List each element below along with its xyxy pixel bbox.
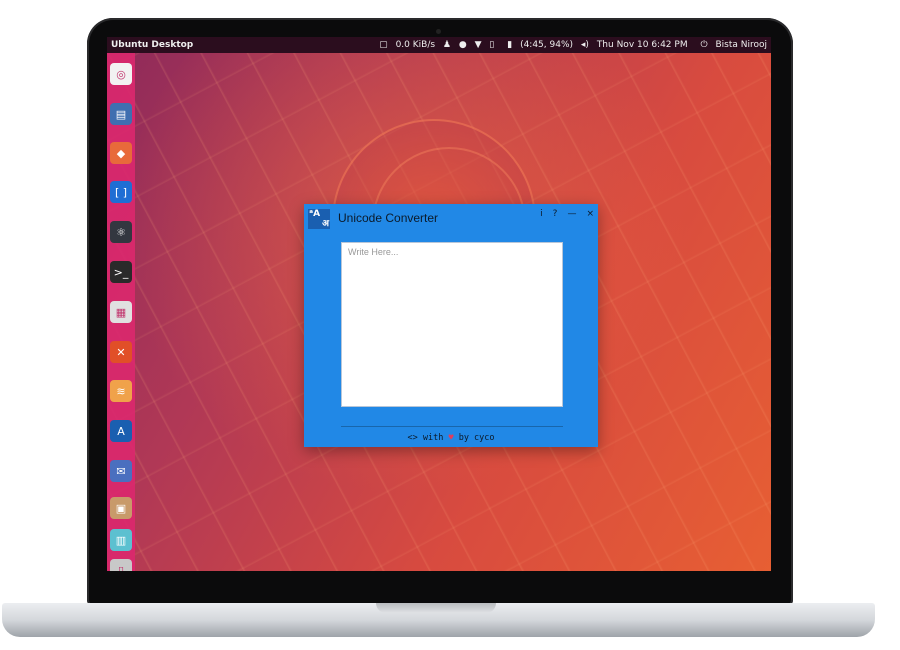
launcher-item-terminal[interactable]: >_ bbox=[110, 261, 132, 283]
atom-icon: ⚛ bbox=[116, 225, 126, 239]
clipboard-icon[interactable]: ▯ bbox=[489, 40, 494, 50]
webcam bbox=[436, 29, 441, 34]
session-indicator[interactable]: ⏻ Bista Nirooj bbox=[695, 40, 767, 50]
archive-icon: ▣ bbox=[115, 501, 127, 515]
panel-indicators: ▢ 0.0 KiB/s ♟ ● ▼ ▯ ▮ (4:45, 94%) ◂) Thu… bbox=[369, 37, 767, 53]
shopping-bag-icon: ▥ bbox=[115, 533, 127, 547]
wifi-icon[interactable]: ▼ bbox=[475, 40, 482, 50]
launcher-item-software-center[interactable]: ▥ bbox=[110, 529, 132, 551]
battery-indicator[interactable]: ▮ (4:45, 94%) bbox=[502, 40, 576, 50]
heart-icon: ♥ bbox=[448, 433, 454, 443]
launcher-item-atom[interactable]: ⚛ bbox=[110, 221, 132, 243]
top-panel: Ubuntu Desktop ▢ 0.0 KiB/s ♟ ● ▼ ▯ ▮ (4:… bbox=[107, 37, 771, 53]
unicode-converter-window: ᵃA अ Unicode Converter i ? — × <> with ♥… bbox=[304, 204, 598, 447]
mail-icon: ✉ bbox=[116, 464, 126, 478]
trash-icon: ▯ bbox=[117, 563, 125, 572]
volume-icon[interactable]: ◂) bbox=[581, 40, 589, 50]
folder-icon: ▤ bbox=[115, 107, 127, 121]
footer-with: with bbox=[422, 433, 444, 443]
launcher-item-sublime[interactable]: ≋ bbox=[110, 380, 132, 402]
launcher-item-trash[interactable]: ▯ bbox=[110, 559, 132, 571]
launcher-item-ubuntu-dash[interactable]: ◎ bbox=[110, 63, 132, 85]
minimize-button[interactable]: — bbox=[567, 209, 576, 219]
desktop-screen: Ubuntu Desktop ▢ 0.0 KiB/s ♟ ● ▼ ▯ ▮ (4:… bbox=[107, 37, 771, 571]
app-icon-bottom: अ bbox=[322, 219, 329, 229]
panel-title: Ubuntu Desktop bbox=[111, 40, 194, 50]
footer-divider bbox=[341, 426, 563, 427]
unicode-input-textarea[interactable] bbox=[341, 242, 563, 407]
clock[interactable]: Thu Nov 10 6:42 PM bbox=[597, 40, 688, 50]
footer-credit: <> with ♥ by cyco bbox=[304, 433, 598, 443]
network-icon: ▢ bbox=[379, 40, 388, 50]
power-icon: ⏻ bbox=[700, 40, 708, 50]
brackets-icon: [ ] bbox=[114, 185, 128, 199]
launcher-item-files[interactable]: ▤ bbox=[110, 103, 132, 125]
unicode-converter-icon: A bbox=[117, 424, 125, 438]
launcher-item-archive-manager[interactable]: ▣ bbox=[110, 497, 132, 519]
help-button[interactable]: ? bbox=[553, 209, 558, 219]
window-title: Unicode Converter bbox=[338, 211, 439, 225]
laptop-notch bbox=[376, 603, 496, 613]
unicode-converter-icon: ᵃA अ bbox=[308, 209, 330, 229]
window-controls: i ? — × bbox=[540, 209, 594, 219]
launcher: ◎ ▤ ◆ [ ] ⚛ >_ ▦ ✕ ≋ A ✉ ▣ ▥ ▯ bbox=[107, 53, 135, 571]
ubuntu-logo-icon: ◎ bbox=[116, 67, 126, 81]
launcher-item-brackets[interactable]: [ ] bbox=[110, 181, 132, 203]
chrome-icon[interactable]: ● bbox=[459, 40, 467, 50]
launcher-item-gitkraken[interactable]: ◆ bbox=[110, 142, 132, 164]
network-speed-indicator[interactable]: ▢ 0.0 KiB/s bbox=[374, 40, 438, 50]
info-button[interactable]: i bbox=[540, 209, 543, 219]
chat-icon[interactable]: ♟ bbox=[443, 40, 451, 50]
tools-icon: ✕ bbox=[116, 345, 126, 359]
app-icon-top: ᵃA bbox=[309, 209, 321, 219]
terminal-icon: >_ bbox=[113, 265, 129, 279]
code-icon: <> bbox=[407, 433, 418, 443]
fox-icon: ◆ bbox=[116, 146, 126, 160]
launcher-item-thunderbird[interactable]: ✉ bbox=[110, 460, 132, 482]
footer-author[interactable]: by cyco bbox=[459, 433, 495, 443]
cake-icon: ≋ bbox=[116, 384, 126, 398]
document-icon: ▦ bbox=[115, 305, 127, 319]
launcher-item-app-store[interactable]: ✕ bbox=[110, 341, 132, 363]
launcher-item-unicode-converter[interactable]: A bbox=[110, 420, 132, 442]
battery-icon: ▮ bbox=[507, 40, 513, 50]
launcher-item-document-editor[interactable]: ▦ bbox=[110, 301, 132, 323]
close-button[interactable]: × bbox=[586, 209, 594, 219]
